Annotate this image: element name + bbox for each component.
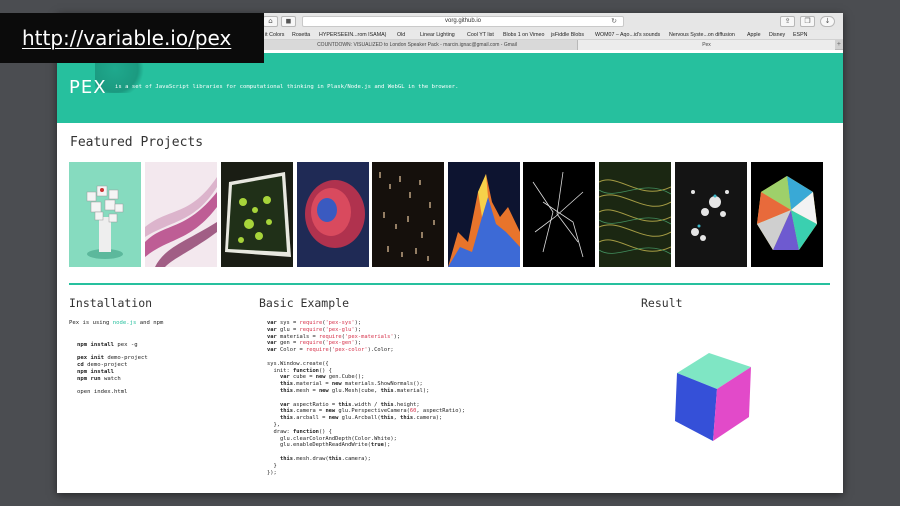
project-thumbnail[interactable] — [599, 162, 671, 267]
url-caption: http://variable.io/pex — [0, 13, 264, 63]
address-text: vorg.github.io — [444, 18, 482, 24]
site-tagline: is a set of JavaScript libraries for com… — [115, 84, 459, 90]
basic-example-title: Basic Example — [259, 296, 350, 310]
featured-projects-title: Featured Projects — [70, 135, 204, 150]
open-command: open index.html — [77, 389, 128, 395]
site-header: PEX is a set of JavaScript libraries for… — [57, 53, 843, 123]
basic-example-code: var sys = require('pex-sys'); var glu = … — [267, 320, 466, 476]
bookmark-item[interactable]: Disney — [769, 30, 785, 39]
tabs-icon[interactable]: ❐ — [800, 16, 815, 27]
bookmark-item[interactable]: Linear Lighting — [420, 30, 455, 39]
installation-title: Installation — [69, 296, 153, 310]
project-thumbnail[interactable] — [372, 162, 444, 267]
project-thumbnail[interactable] — [69, 162, 141, 267]
download-icon[interactable]: ↓ — [820, 16, 835, 27]
address-bar[interactable]: vorg.github.io ↻ — [302, 16, 624, 27]
project-thumbnail[interactable] — [297, 162, 369, 267]
bookmark-item[interactable]: HYPERSEEIN...rom ISAMA) — [319, 30, 386, 39]
project-thumbnail[interactable] — [448, 162, 520, 267]
featured-projects-gallery — [69, 162, 823, 268]
bookmark-item[interactable]: it Colors — [265, 30, 284, 39]
project-thumbnail[interactable] — [145, 162, 217, 267]
project-thumbnail[interactable] — [751, 162, 823, 267]
install-command: npm install pex -g — [77, 342, 138, 348]
nodejs-link[interactable]: node.js — [113, 320, 137, 326]
tab-gmail[interactable]: COUNTDOWN: VISUALIZED to London Speaker … — [257, 40, 577, 50]
result-title: Result — [641, 296, 683, 310]
section-divider — [69, 283, 830, 285]
project-thumbnail[interactable] — [523, 162, 595, 267]
site-logo[interactable]: PEX — [69, 77, 107, 98]
bookmark-item[interactable]: Apple — [747, 30, 761, 39]
share-icon[interactable]: ⇪ — [780, 16, 795, 27]
project-thumbnail[interactable] — [675, 162, 747, 267]
bookmark-item[interactable]: jsFiddle Blobs — [551, 30, 584, 39]
bookmark-item[interactable]: WOM07 – Aqo...id's sounds — [595, 30, 660, 39]
speech-icon[interactable]: ◼ — [281, 16, 296, 27]
bookmark-item[interactable]: Nervous Syste...on diffusion — [669, 30, 735, 39]
bookmark-item[interactable]: Cool YT list — [467, 30, 494, 39]
home-icon[interactable]: ⌂ — [263, 16, 278, 27]
project-thumbnail[interactable] — [221, 162, 293, 267]
installation-intro: Pex is using node.js and npm — [69, 320, 164, 326]
init-commands: pex init demo-project cd demo-project np… — [77, 355, 148, 382]
reload-icon[interactable]: ↻ — [611, 17, 617, 26]
tab-pex[interactable]: Pex — [577, 40, 835, 50]
installation-section: Pex is using node.js and npm npm install… — [69, 320, 163, 396]
bookmark-item[interactable]: Old — [397, 30, 405, 39]
bookmark-item[interactable]: ESPN — [793, 30, 807, 39]
result-cube-render[interactable] — [665, 351, 753, 443]
bookmark-item[interactable]: Blobs 1 on Vimeo — [503, 30, 544, 39]
new-tab-icon[interactable]: + — [837, 40, 841, 50]
browser-window: ⌂ ◼ vorg.github.io ↻ ⇪ ❐ ↓ it Colors Ros… — [57, 13, 843, 493]
bookmark-item[interactable]: Rosetta — [292, 30, 310, 39]
